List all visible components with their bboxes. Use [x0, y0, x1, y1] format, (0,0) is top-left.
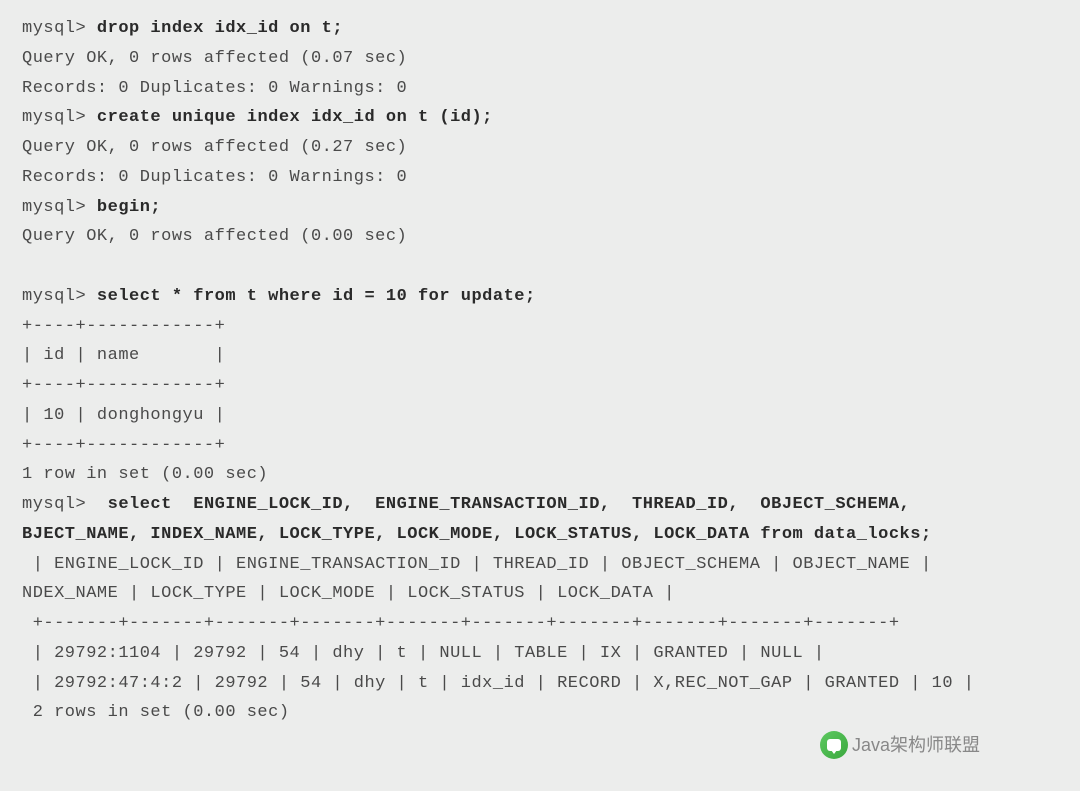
terminal-output-line: Records: 0 Duplicates: 0 Warnings: 0	[22, 74, 1058, 104]
terminal-output-line: NDEX_NAME | LOCK_TYPE | LOCK_MODE | LOCK…	[22, 579, 1058, 609]
terminal-command-line: mysql> begin;	[22, 193, 1058, 223]
mysql-prompt: mysql>	[22, 198, 97, 217]
terminal-command-line: mysql> create unique index idx_id on t (…	[22, 103, 1058, 133]
terminal-command-line: mysql> drop index idx_id on t;	[22, 14, 1058, 44]
sql-command: select * from t where id = 10 for update…	[97, 287, 536, 306]
sql-command: select ENGINE_LOCK_ID, ENGINE_TRANSACTIO…	[97, 495, 921, 514]
wechat-icon	[820, 731, 848, 759]
mysql-prompt: mysql>	[22, 108, 97, 127]
terminal-output-line: Query OK, 0 rows affected (0.07 sec)	[22, 44, 1058, 74]
terminal-output-line: Query OK, 0 rows affected (0.00 sec)	[22, 222, 1058, 252]
terminal-output-line: | 29792:1104 | 29792 | 54 | dhy | t | NU…	[22, 639, 1058, 669]
sql-command: drop index idx_id on t;	[97, 19, 343, 38]
terminal-output-line: +-------+-------+-------+-------+-------…	[22, 609, 1058, 639]
terminal-output-line: 1 row in set (0.00 sec)	[22, 460, 1058, 490]
terminal-output-line: +----+------------+	[22, 431, 1058, 461]
terminal-output-line: 2 rows in set (0.00 sec)	[22, 698, 1058, 728]
mysql-prompt: mysql>	[22, 19, 97, 38]
sql-command-continuation: BJECT_NAME, INDEX_NAME, LOCK_TYPE, LOCK_…	[22, 520, 1058, 550]
mysql-prompt: mysql>	[22, 287, 97, 306]
terminal-output-line: | ENGINE_LOCK_ID | ENGINE_TRANSACTION_ID…	[22, 550, 1058, 580]
sql-command: begin;	[97, 198, 161, 217]
terminal-command-line: mysql> select * from t where id = 10 for…	[22, 282, 1058, 312]
terminal-output-line: | 29792:47:4:2 | 29792 | 54 | dhy | t | …	[22, 669, 1058, 699]
terminal-output-line: | id | name |	[22, 341, 1058, 371]
watermark-text: Java架构师联盟	[852, 730, 980, 762]
terminal-output-line: Records: 0 Duplicates: 0 Warnings: 0	[22, 163, 1058, 193]
terminal-output-line: | 10 | donghongyu |	[22, 401, 1058, 431]
terminal-output-line: +----+------------+	[22, 312, 1058, 342]
terminal-command-line: mysql> select ENGINE_LOCK_ID, ENGINE_TRA…	[22, 490, 1058, 520]
terminal-output-line: +----+------------+	[22, 371, 1058, 401]
terminal-blank-line	[22, 252, 1058, 282]
sql-command: create unique index idx_id on t (id);	[97, 108, 493, 127]
terminal-output-line: Query OK, 0 rows affected (0.27 sec)	[22, 133, 1058, 163]
mysql-prompt: mysql>	[22, 495, 97, 514]
mysql-terminal-output: mysql> drop index idx_id on t;Query OK, …	[22, 14, 1058, 728]
wechat-watermark: Java架构师联盟	[820, 730, 980, 762]
